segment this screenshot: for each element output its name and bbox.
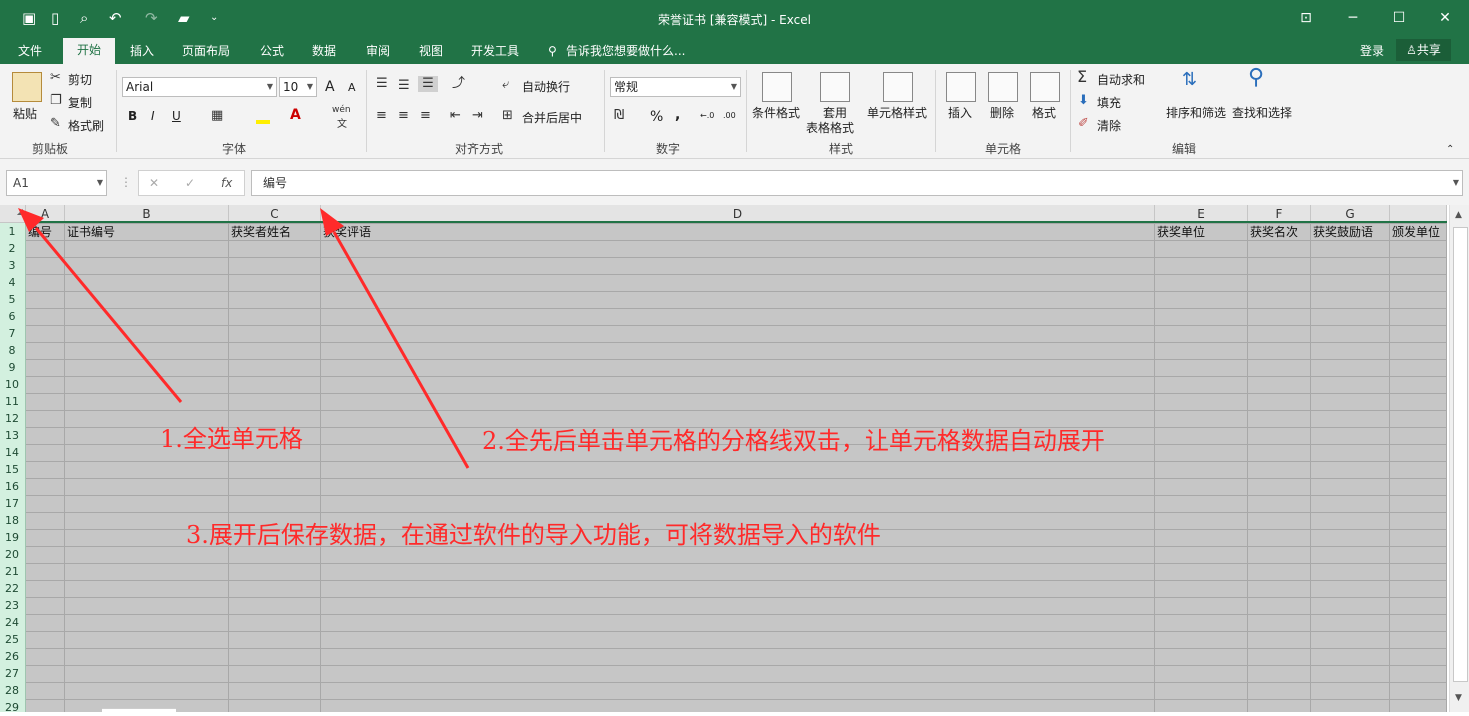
- arrow-1-head: [18, 208, 44, 232]
- annotation-step-2: 2.全先后单击单元格的分格线双击，让单元格数据自动展开: [482, 427, 1105, 455]
- arrow-1-shaft: [34, 227, 183, 403]
- arrow-2-shaft: [332, 231, 470, 469]
- arrow-2-head: [320, 208, 344, 236]
- annotation-arrows: [18, 208, 470, 469]
- annotation-step-1: 1.全选单元格: [160, 425, 303, 453]
- annotation-step-3: 3.展开后保存数据，在通过软件的导入功能，可将数据导入的软件: [186, 521, 881, 549]
